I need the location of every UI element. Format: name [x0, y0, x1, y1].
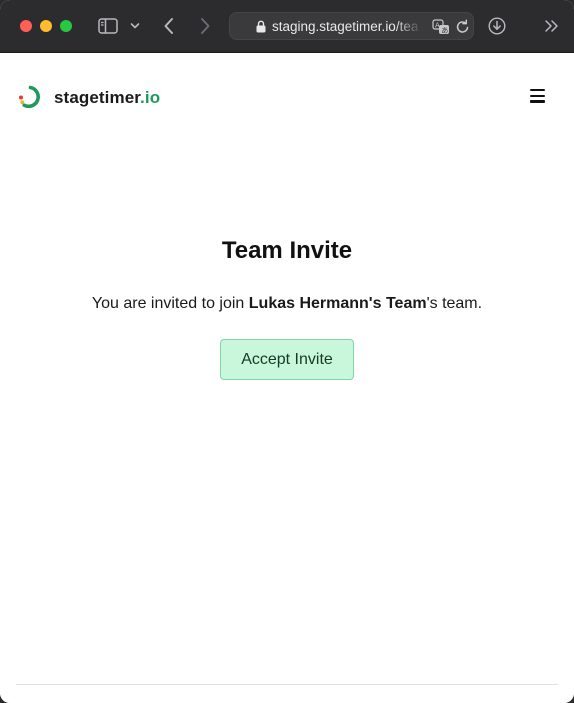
svg-text:あ: あ — [441, 27, 448, 35]
hamburger-icon[interactable] — [530, 89, 546, 103]
close-window-button[interactable] — [20, 20, 32, 32]
invite-text-suffix: 's team. — [426, 295, 483, 312]
brand-tld-text: .io — [140, 88, 161, 107]
browser-window: staging.stagetimer.io/tea Aあ stagetimer.… — [0, 0, 574, 703]
lock-icon — [256, 20, 266, 33]
invite-text-prefix: You are invited to join — [91, 295, 249, 312]
address-bar[interactable]: staging.stagetimer.io/tea Aあ — [229, 12, 474, 40]
brand-name[interactable]: stagetimer.io — [54, 88, 160, 108]
minimize-window-button[interactable] — [40, 20, 52, 32]
accept-invite-button[interactable]: Accept Invite — [220, 339, 354, 380]
team-name: Lukas Hermann's Team — [248, 295, 427, 312]
forward-arrow-icon[interactable] — [196, 16, 214, 36]
sidebar-icon[interactable] — [97, 17, 119, 35]
zoom-window-button[interactable] — [60, 20, 72, 32]
browser-toolbar: staging.stagetimer.io/tea Aあ — [0, 0, 574, 53]
page-title: Team Invite — [221, 237, 353, 264]
reload-icon[interactable] — [455, 19, 470, 35]
download-icon[interactable] — [487, 16, 507, 36]
brand-name-text: stagetimer — [54, 88, 141, 107]
chevron-down-icon[interactable] — [128, 18, 142, 34]
double-chevron-icon[interactable] — [544, 18, 560, 34]
url-text: staging.stagetimer.io/tea — [272, 18, 419, 34]
page-content: stagetimer.io Team Invite You are invite… — [0, 53, 574, 703]
site-header: stagetimer.io — [0, 53, 574, 143]
invite-message: You are invited to join Lukas Hermann's … — [0, 295, 574, 313]
back-arrow-icon[interactable] — [160, 16, 178, 36]
footer-divider — [16, 684, 558, 685]
translate-icon[interactable]: Aあ — [432, 19, 450, 35]
stagetimer-logo-icon[interactable] — [18, 85, 44, 109]
